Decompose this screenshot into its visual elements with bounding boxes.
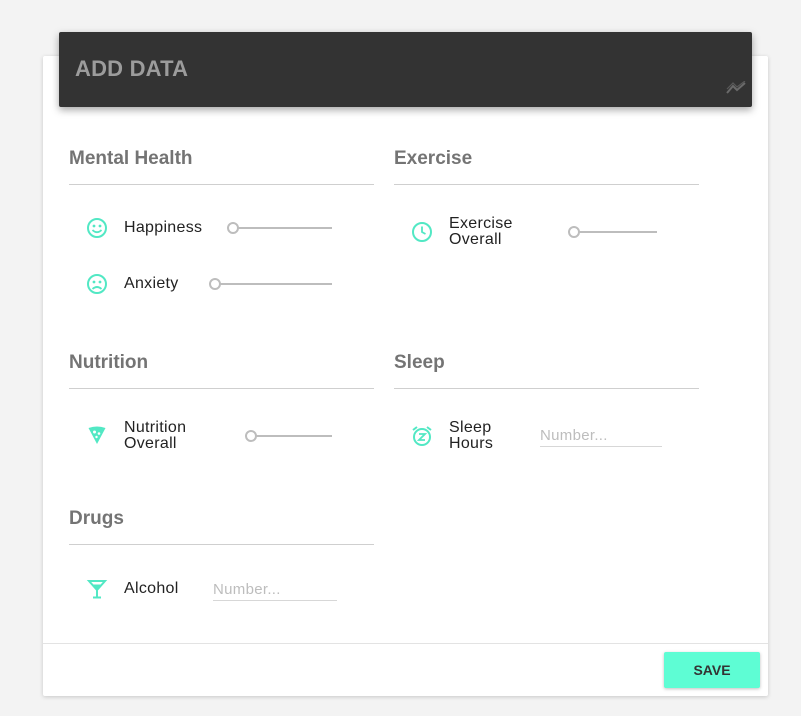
alcohol-label: Alcohol xyxy=(124,580,179,597)
slider-track xyxy=(233,227,332,229)
alarm-snooze-icon xyxy=(412,426,432,446)
slider-thumb[interactable] xyxy=(245,430,257,442)
slider-track xyxy=(574,231,657,233)
slider-thumb[interactable] xyxy=(227,222,239,234)
slider-thumb[interactable] xyxy=(568,226,580,238)
card-header: ADD DATA xyxy=(59,32,752,107)
save-button[interactable]: SAVE xyxy=(664,652,760,688)
section-divider xyxy=(394,184,699,185)
happiness-slider[interactable] xyxy=(227,222,332,234)
section-title-drugs: Drugs xyxy=(69,508,124,529)
clock-icon xyxy=(412,222,432,242)
trend-icon xyxy=(726,81,746,94)
footer-divider xyxy=(43,643,768,644)
sleep-hours-label-line2: Hours xyxy=(449,435,494,452)
nutrition-overall-label-line1: Nutrition xyxy=(124,419,187,436)
section-title-exercise: Exercise xyxy=(394,148,473,169)
section-title-nutrition: Nutrition xyxy=(69,352,149,373)
page-title: ADD DATA xyxy=(75,56,189,81)
alcohol-input[interactable] xyxy=(213,578,337,601)
cocktail-icon xyxy=(86,580,108,599)
exercise-overall-slider[interactable] xyxy=(568,226,657,238)
sad-face-icon xyxy=(87,274,107,294)
anxiety-slider[interactable] xyxy=(209,278,332,290)
slider-thumb[interactable] xyxy=(209,278,221,290)
sleep-hours-label-line1: Sleep xyxy=(449,419,492,436)
section-divider xyxy=(69,184,374,185)
anxiety-label: Anxiety xyxy=(124,275,179,292)
nutrition-overall-label-line2: Overall xyxy=(124,435,177,452)
section-divider xyxy=(69,544,374,545)
section-divider xyxy=(69,388,374,389)
slider-track xyxy=(251,435,332,437)
smiley-face-icon xyxy=(87,218,107,238)
pizza-icon xyxy=(88,426,106,444)
section-divider xyxy=(394,388,699,389)
section-title-mental-health: Mental Health xyxy=(69,148,193,169)
slider-track xyxy=(215,283,332,285)
exercise-overall-label-line2: Overall xyxy=(449,231,502,248)
nutrition-overall-slider[interactable] xyxy=(245,430,332,442)
happiness-label: Happiness xyxy=(124,219,203,236)
section-title-sleep: Sleep xyxy=(394,352,445,373)
exercise-overall-label-line1: Exercise xyxy=(449,215,513,232)
sleep-hours-input[interactable] xyxy=(540,424,662,447)
